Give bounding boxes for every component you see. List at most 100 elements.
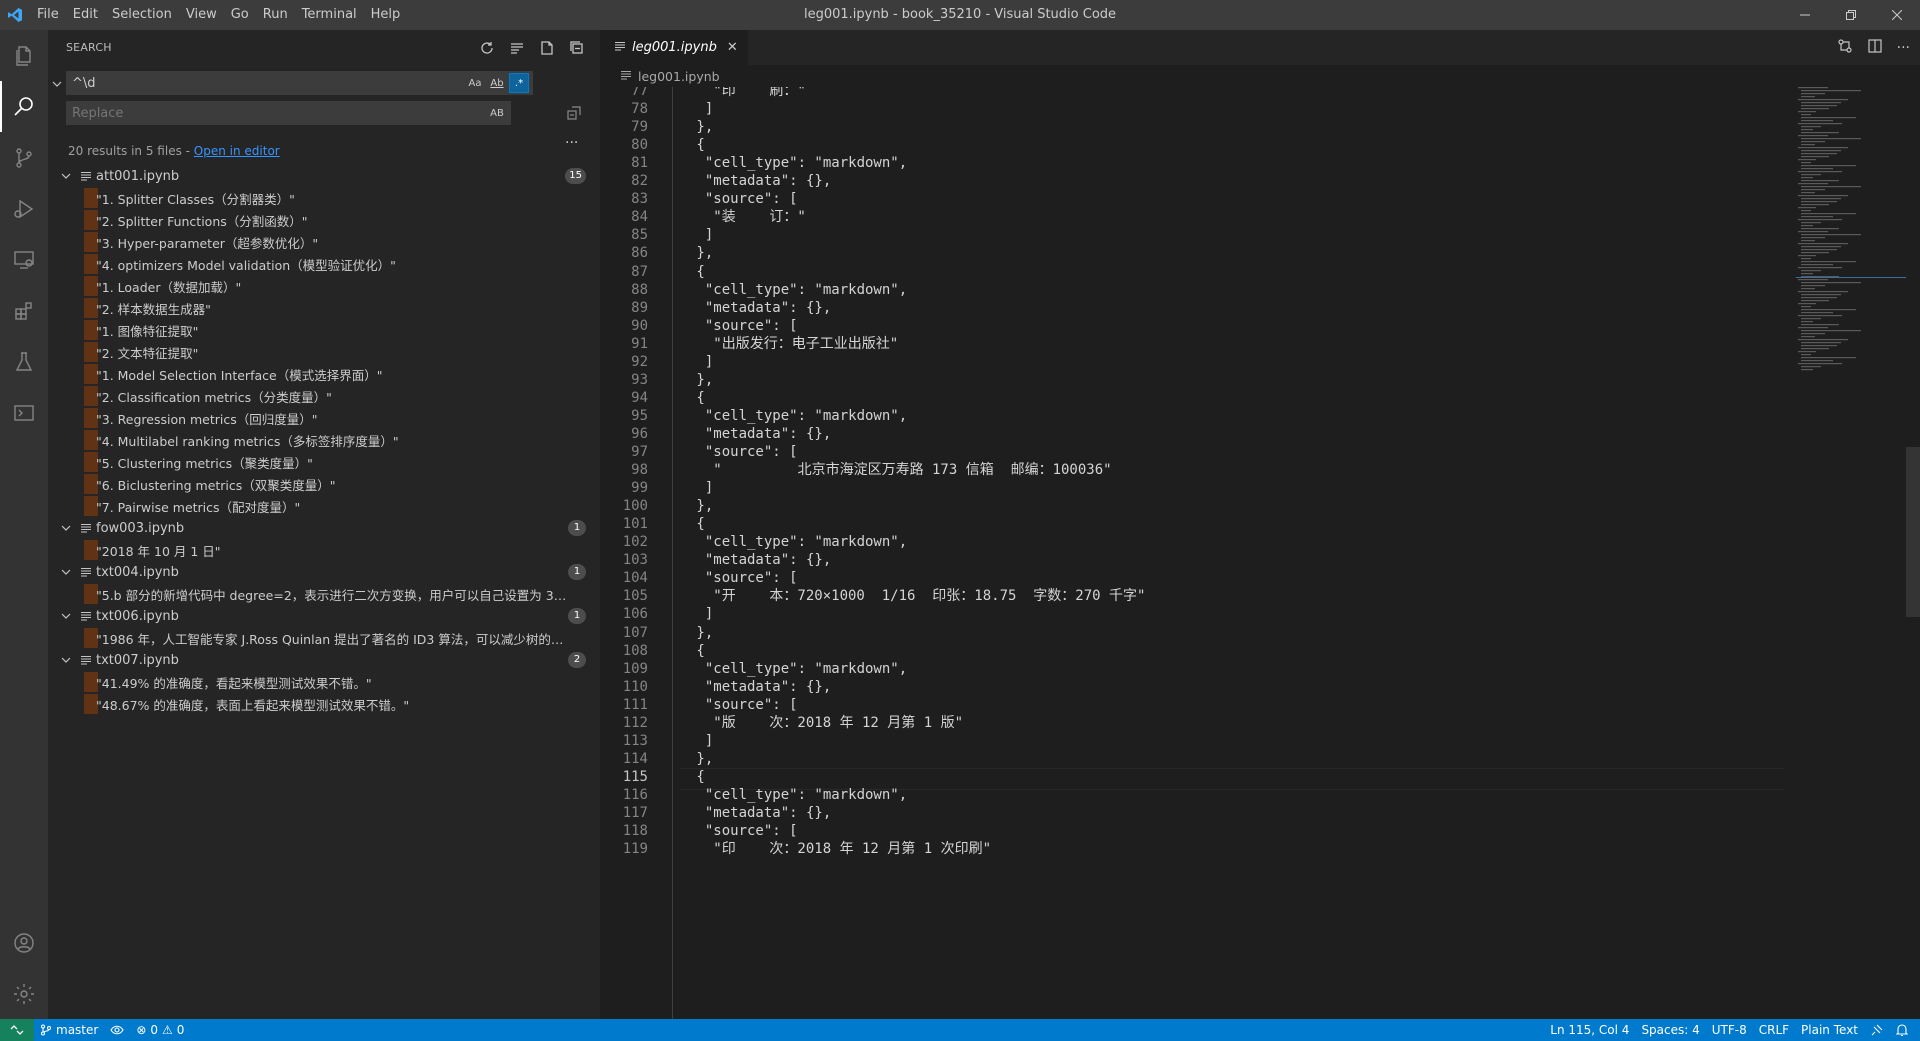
menu-run[interactable]: Run xyxy=(256,0,295,30)
remote-explorer-icon[interactable] xyxy=(0,234,48,285)
explorer-icon[interactable] xyxy=(0,30,48,81)
use-regex-toggle[interactable]: .* xyxy=(509,73,529,93)
menu-terminal[interactable]: Terminal xyxy=(295,0,364,30)
match-whole-word-toggle[interactable]: Ab xyxy=(487,73,507,93)
settings-gear-icon[interactable] xyxy=(0,968,48,1019)
result-file-row[interactable]: txt004.ipynb 1 xyxy=(48,561,600,583)
line-number: 97 xyxy=(631,444,648,460)
result-match-row[interactable]: "6. Biclustering metrics（双聚类度量）" xyxy=(48,473,600,495)
menu-view[interactable]: View xyxy=(179,0,224,30)
replace-all-icon[interactable] xyxy=(564,103,584,123)
line-content: "开 本：720×1000 1/16 印张：18.75 字数：270 千字" xyxy=(688,588,1146,605)
indentation[interactable]: Spaces: 4 xyxy=(1635,1023,1705,1037)
restore-button[interactable] xyxy=(1828,0,1874,30)
terminal-panel-icon[interactable] xyxy=(0,387,48,438)
minimap-line xyxy=(1801,345,1837,347)
vertical-scrollbar[interactable] xyxy=(1906,87,1920,1019)
notifications-bell-icon[interactable] xyxy=(1890,1023,1914,1037)
result-match-row[interactable]: "4. optimizers Model validation（模型验证优化）" xyxy=(48,253,600,275)
result-match-row[interactable]: "48.67% 的准确度，表面上看起来模型测试效果不错。" xyxy=(48,693,600,715)
result-match-row[interactable]: "3. Regression metrics（回归度量）" xyxy=(48,407,600,429)
testing-icon[interactable] xyxy=(0,336,48,387)
chevron-down-icon[interactable] xyxy=(58,611,74,621)
menu-file[interactable]: File xyxy=(30,0,66,30)
result-match-row[interactable]: "41.49% 的准确度，看起来模型测试效果不错。" xyxy=(48,671,600,693)
menu-selection[interactable]: Selection xyxy=(105,0,179,30)
line-number: 94 xyxy=(631,389,648,406)
result-file-row[interactable]: fow003.ipynb 1 xyxy=(48,517,600,539)
close-icon[interactable]: ✕ xyxy=(727,40,738,55)
result-match-row[interactable]: "2. 样本数据生成器" xyxy=(48,297,600,319)
menu-edit[interactable]: Edit xyxy=(66,0,105,30)
result-match-row[interactable]: "5.b 部分的新增代码中 degree=2，表示进行二次方变换，用户可以自己设… xyxy=(48,583,600,605)
chevron-down-icon[interactable] xyxy=(58,655,74,665)
feedback-icon[interactable] xyxy=(1864,1023,1890,1037)
tab-leg001[interactable]: leg001.ipynb ✕ xyxy=(600,30,748,65)
clear-results-icon[interactable] xyxy=(508,39,526,57)
match-text: "3. Regression metrics（回归度量）" xyxy=(96,411,318,427)
extensions-icon[interactable] xyxy=(0,285,48,336)
scrollbar-thumb[interactable] xyxy=(1906,447,1920,617)
collapse-all-icon[interactable] xyxy=(568,39,586,57)
sync-status[interactable] xyxy=(104,1024,130,1036)
cursor-position[interactable]: Ln 115, Col 4 xyxy=(1544,1023,1635,1037)
line-content: }, xyxy=(688,245,714,262)
open-changes-icon[interactable] xyxy=(1837,38,1853,58)
result-match-row[interactable]: "5. Clustering metrics（聚类度量）" xyxy=(48,451,600,473)
result-match-row[interactable]: "3. Hyper-parameter（超参数优化）" xyxy=(48,231,600,253)
code-line: 80 { xyxy=(600,136,1920,154)
line-number: 85 xyxy=(631,227,648,244)
more-actions-icon[interactable]: ··· xyxy=(565,135,578,151)
result-match-row[interactable]: "1. Loader（数据加载）" xyxy=(48,275,600,297)
menu-go[interactable]: Go xyxy=(224,0,256,30)
split-editor-icon[interactable] xyxy=(1867,38,1883,58)
result-match-row[interactable]: "7. Pairwise metrics（配对度量）" xyxy=(48,495,600,517)
account-icon[interactable] xyxy=(0,917,48,968)
result-match-row[interactable]: "4. Multilabel ranking metrics（多标签排序度量）" xyxy=(48,429,600,451)
match-text: "1. Loader（数据加载）" xyxy=(96,279,242,295)
close-window-button[interactable] xyxy=(1874,0,1920,30)
preserve-case-toggle[interactable]: AB xyxy=(487,103,507,123)
result-file-row[interactable]: att001.ipynb 15 xyxy=(48,165,600,187)
search-icon[interactable] xyxy=(0,81,48,132)
new-search-editor-icon[interactable] xyxy=(538,39,556,57)
result-match-row[interactable]: "2018 年 10 月 1 日" xyxy=(48,539,600,561)
language-mode[interactable]: Plain Text xyxy=(1795,1023,1864,1037)
result-match-row[interactable]: "2. Classification metrics（分类度量）" xyxy=(48,385,600,407)
minimap-line xyxy=(1801,306,1811,308)
menu-help[interactable]: Help xyxy=(364,0,408,30)
match-case-toggle[interactable]: Aa xyxy=(465,73,485,93)
result-match-row[interactable]: "1. Splitter Classes（分割器类）" xyxy=(48,187,600,209)
result-match-row[interactable]: "2. Splitter Functions（分割函数）" xyxy=(48,209,600,231)
code-line: 103 "metadata": {}, xyxy=(600,551,1920,569)
end-of-line[interactable]: CRLF xyxy=(1753,1023,1795,1037)
line-number: 81 xyxy=(631,155,648,172)
code-editor[interactable]: 77 "印 刷：" 78 ] 79 }, 80 {81 "cell_type": "m… xyxy=(600,87,1920,1019)
refresh-icon[interactable] xyxy=(478,39,496,57)
git-branch[interactable]: master xyxy=(34,1023,104,1037)
result-match-row[interactable]: "1. Model Selection Interface（模式选择界面）" xyxy=(48,363,600,385)
open-in-editor-link[interactable]: Open in editor xyxy=(194,144,280,158)
chevron-down-icon[interactable] xyxy=(58,567,74,577)
problems-indicator[interactable]: ⊗ 0 ⚠ 0 xyxy=(130,1023,190,1037)
search-sidebar: SEARCH Aa Ab .* AB ··· 20 results in 5 f… xyxy=(48,30,600,1019)
replace-input[interactable] xyxy=(72,105,432,121)
run-debug-icon[interactable] xyxy=(0,183,48,234)
chevron-down-icon[interactable] xyxy=(58,171,74,181)
minimap[interactable] xyxy=(1796,87,1906,1019)
toggle-replace-chevron-icon[interactable] xyxy=(50,73,64,95)
more-ellipsis-icon[interactable]: ··· xyxy=(1897,40,1910,56)
result-file-row[interactable]: txt006.ipynb 1 xyxy=(48,605,600,627)
result-match-row[interactable]: "1. 图像特征提取" xyxy=(48,319,600,341)
line-number: 112 xyxy=(622,714,648,731)
search-input[interactable] xyxy=(72,75,432,91)
minimize-button[interactable] xyxy=(1782,0,1828,30)
breadcrumb-file[interactable]: leg001.ipynb xyxy=(638,69,720,84)
remote-indicator-icon[interactable] xyxy=(0,1019,34,1041)
result-match-row[interactable]: "1986 年，人工智能专家 J.Ross Quinlan 提出了著名的 ID3… xyxy=(48,627,600,649)
encoding[interactable]: UTF-8 xyxy=(1706,1023,1753,1037)
source-control-icon[interactable] xyxy=(0,132,48,183)
result-file-row[interactable]: txt007.ipynb 2 xyxy=(48,649,600,671)
chevron-down-icon[interactable] xyxy=(58,523,74,533)
result-match-row[interactable]: "2. 文本特征提取" xyxy=(48,341,600,363)
